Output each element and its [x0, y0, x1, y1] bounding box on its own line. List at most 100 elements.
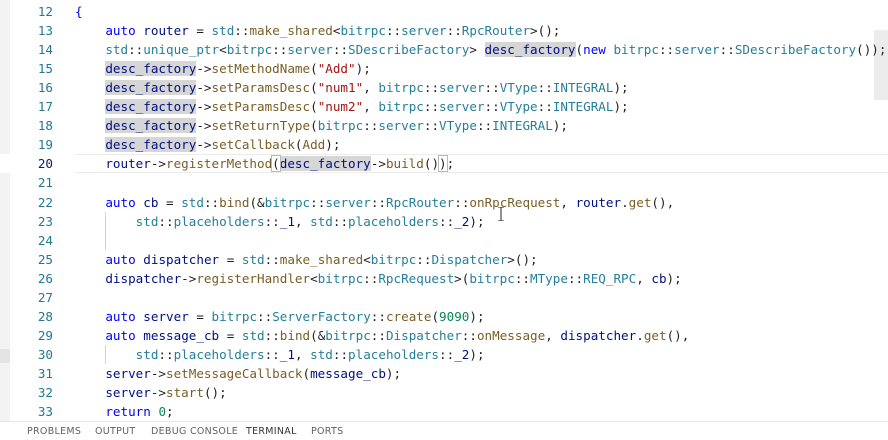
tab-debug-console[interactable]: DEBUG CONSOLE: [151, 426, 238, 437]
code-token: ::: [484, 80, 500, 96]
code-token: REQ_RPC: [583, 270, 637, 286]
tab-problems[interactable]: PROBLEMS: [27, 426, 81, 437]
code-text[interactable]: desc_factory->setMethodName("Add");: [75, 59, 371, 78]
code-token: ::: [332, 42, 349, 58]
code-token: ->: [196, 99, 212, 115]
code-text[interactable]: desc_factory->setParamsDesc("num2", bitr…: [75, 97, 629, 116]
code-token: ::: [461, 327, 477, 343]
tab-ports[interactable]: PORTS: [311, 426, 343, 437]
code-text[interactable]: auto server = bitrpc::ServerFactory::cre…: [75, 307, 484, 326]
line-number: 33: [37, 404, 53, 420]
code-token: _2: [454, 213, 470, 229]
code-token: start: [166, 385, 204, 400]
code-line[interactable]: 30 std::placeholders::_1, std::placehold…: [0, 345, 888, 364]
code-text[interactable]: server->setMessageCallback(message_cb);: [75, 364, 401, 383]
code-line[interactable]: 18 desc_factory->setReturnType(bitrpc::s…: [0, 116, 888, 135]
code-line[interactable]: 17 desc_factory->setParamsDesc("num2", b…: [0, 97, 888, 116]
code-text[interactable]: std::placeholders::_1, std::placeholders…: [75, 212, 485, 231]
code-line[interactable]: 32 server->start();: [0, 383, 888, 402]
code-token: ,: [294, 346, 311, 362]
code-token: "num1": [317, 80, 364, 96]
code-token: ->: [370, 156, 386, 172]
code-token: SDescribeFactory: [734, 42, 857, 58]
code-line[interactable]: 16 desc_factory->setParamsDesc("num1", b…: [0, 78, 888, 97]
code-line[interactable]: 31 server->setMessageCallback(message_cb…: [0, 364, 888, 383]
code-token: >: [469, 42, 485, 58]
code-token: (: [310, 118, 318, 134]
code-text[interactable]: return 0;: [75, 402, 173, 421]
scrollbar-thumb[interactable]: [874, 30, 888, 100]
code-token: auto: [105, 327, 136, 343]
code-line[interactable]: 27: [0, 288, 888, 307]
line-number: 32: [37, 385, 53, 400]
line-number: 15: [37, 61, 53, 77]
code-token: ::: [423, 99, 440, 115]
code-line[interactable]: 25 auto dispatcher = std::make_shared<bi…: [0, 250, 888, 269]
code-text[interactable]: auto dispatcher = std::make_shared<bitrp…: [75, 250, 537, 269]
code-token: =: [188, 23, 212, 39]
code-token: ::: [423, 118, 440, 134]
code-token: onMessage: [476, 327, 546, 343]
code-line[interactable]: 24: [0, 231, 888, 250]
vertical-scrollbar[interactable]: [874, 0, 888, 421]
code-token: build: [385, 156, 424, 172]
code-line[interactable]: 20 router->registerMethod(desc_factory->…: [0, 154, 888, 174]
code-text[interactable]: desc_factory->setReturnType(bitrpc::serv…: [75, 116, 568, 135]
code-token: bitrpc: [211, 308, 258, 324]
line-number: 23: [37, 213, 53, 229]
code-token: message_cb: [310, 365, 386, 381]
tab-terminal[interactable]: TERMINAL: [246, 426, 297, 437]
code-text[interactable]: router->registerMethod(desc_factory->bui…: [75, 154, 454, 173]
code-token: 0: [158, 404, 167, 420]
code-token: ::: [272, 42, 288, 58]
code-line[interactable]: 14 std::unique_ptr<bitrpc::server::SDesc…: [0, 40, 888, 59]
code-text[interactable]: desc_factory->setCallback(Add);: [75, 135, 340, 154]
line-number: 20: [37, 156, 53, 172]
code-token: get: [628, 194, 652, 210]
code-text[interactable]: dispatcher->registerHandler<bitrpc::RpcR…: [75, 269, 682, 288]
code-text[interactable]: auto message_cb = std::bind(&bitrpc::Dis…: [75, 326, 689, 345]
code-token: std: [135, 346, 159, 362]
code-token: MType: [530, 270, 568, 286]
code-token: ::: [537, 80, 553, 96]
code-text[interactable]: std::unique_ptr<bitrpc::server::SDescrib…: [75, 40, 886, 59]
code-text[interactable]: auto cb = std::bind(&bitrpc::server::Rpc…: [75, 193, 674, 212]
code-token: std: [310, 213, 333, 229]
code-line[interactable]: 19 desc_factory->setCallback(Add);: [0, 135, 888, 154]
code-text[interactable]: {: [75, 2, 83, 21]
code-text[interactable]: server->start();: [75, 383, 226, 402]
code-line[interactable]: 33 return 0;: [0, 402, 888, 421]
code-text[interactable]: std::placeholders::_1, std::placeholders…: [75, 345, 485, 364]
code-token: );: [666, 270, 682, 286]
code-token: ::: [257, 308, 273, 324]
code-line[interactable]: 22 auto cb = std::bind(&bitrpc::server::…: [0, 193, 888, 212]
code-token: Dispatcher: [385, 327, 462, 343]
code-token: desc_factory: [105, 118, 197, 134]
code-line[interactable]: 13 auto router = std::make_shared<bitrpc…: [0, 21, 888, 40]
code-text[interactable]: auto router = std::make_shared<bitrpc::s…: [75, 21, 560, 40]
code-line[interactable]: 21: [0, 173, 888, 192]
tab-output[interactable]: OUTPUT: [95, 426, 136, 437]
code-token: .: [621, 194, 629, 210]
line-number: 24: [37, 232, 53, 248]
indent-guide: [105, 345, 106, 364]
code-line[interactable]: 28 auto server = bitrpc::ServerFactory::…: [0, 307, 888, 326]
code-token: desc_factory: [105, 99, 197, 115]
code-token: "num2": [317, 99, 364, 115]
code-text[interactable]: desc_factory->setParamsDesc("num1", bitr…: [75, 78, 629, 97]
code-line[interactable]: 15 desc_factory->setMethodName("Add");: [0, 59, 888, 78]
code-token: registerMethod: [166, 156, 273, 172]
code-token: server: [378, 118, 424, 134]
code-line[interactable]: 26 dispatcher->registerHandler<bitrpc::R…: [0, 269, 888, 288]
code-line[interactable]: 29 auto message_cb = std::bind(&bitrpc::…: [0, 326, 888, 345]
code-token: server: [439, 80, 485, 96]
code-line[interactable]: 12 {: [0, 2, 888, 21]
code-token: bitrpc: [325, 327, 371, 343]
code-editor[interactable]: 12{13 auto router = std::make_shared<bit…: [0, 0, 888, 421]
code-line[interactable]: 23 std::placeholders::_1, std::placehold…: [0, 212, 888, 231]
